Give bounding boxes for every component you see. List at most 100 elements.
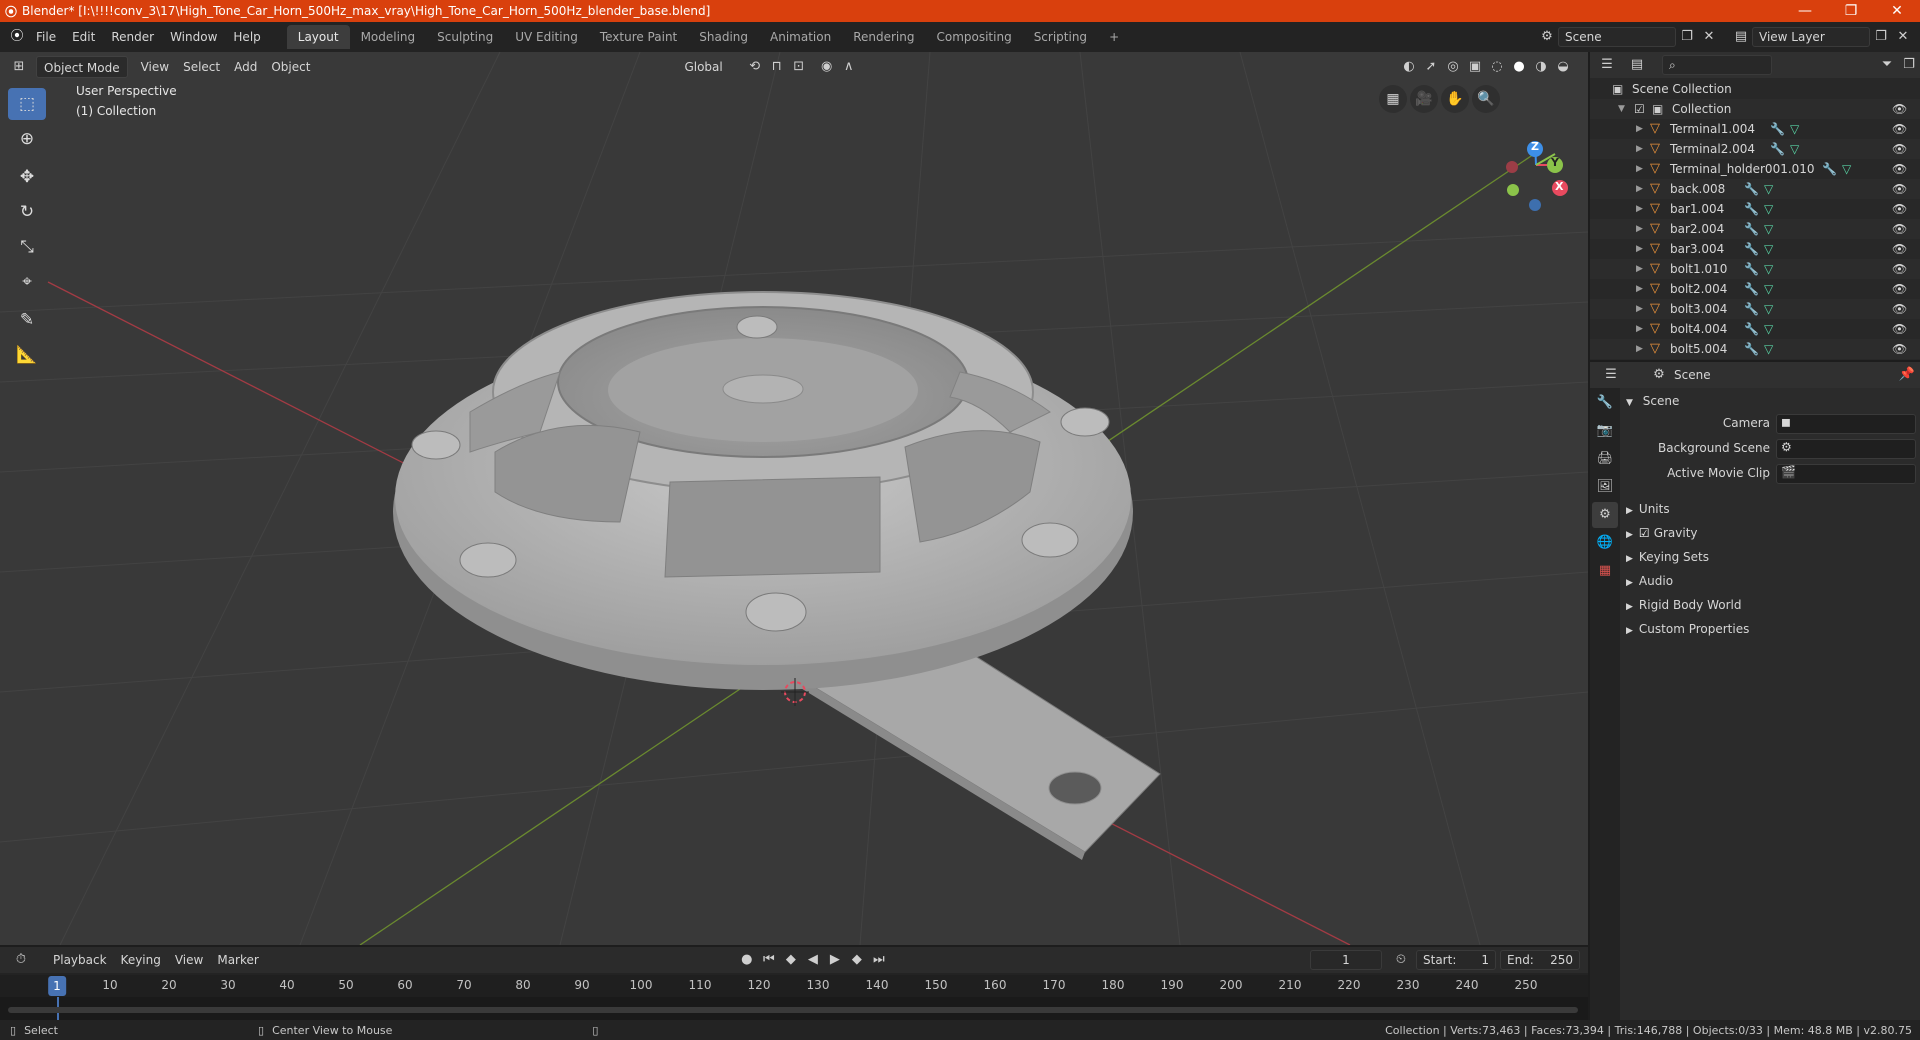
texture-tab-icon[interactable]: ▦ — [1592, 558, 1618, 584]
outliner-item[interactable]: ▶ ▽ back.008 🔧 ▽ 👁 — [1590, 179, 1920, 199]
delete-scene-icon[interactable]: ✕ — [1698, 26, 1720, 48]
active-movie-clip-field[interactable]: 🎬 — [1776, 464, 1916, 484]
menu-file[interactable]: File — [28, 25, 64, 49]
play-icon[interactable]: ▶ — [824, 949, 846, 971]
menu-help[interactable]: Help — [225, 25, 268, 49]
timeline-menu-view[interactable]: View — [168, 949, 210, 971]
menu-edit[interactable]: Edit — [64, 25, 103, 49]
minimize-button[interactable]: — — [1782, 3, 1828, 19]
collection-visibility-eye-icon[interactable]: 👁 — [1892, 99, 1907, 119]
tool-tab-icon[interactable]: 🔧 — [1592, 390, 1618, 416]
rigid-body-world-panel[interactable]: ▶ Rigid Body World — [1626, 594, 1916, 616]
display-mode-icon[interactable]: ▤ — [1626, 54, 1648, 76]
playhead-frame[interactable]: 1 — [48, 976, 66, 996]
collection-checkbox[interactable]: ☑ — [1634, 99, 1645, 119]
transform-orientation[interactable]: Global — [677, 56, 729, 78]
toggle-camera-view-grid-icon[interactable]: ▦ — [1379, 85, 1407, 113]
start-frame-field[interactable]: Start: 1 — [1416, 950, 1496, 970]
material-shading-icon[interactable]: ◑ — [1530, 56, 1552, 78]
3d-viewport[interactable]: X Y Z ⊞ Object Mode View Select Add Obje… — [0, 52, 1588, 945]
visibility-icon[interactable]: ◐ — [1398, 56, 1420, 78]
blender-menu-icon[interactable]: ⦿ — [6, 26, 28, 48]
tab-sculpting[interactable]: Sculpting — [426, 25, 504, 49]
outliner-item[interactable]: ▶ ▽ bar1.004 🔧 ▽ 👁 — [1590, 199, 1920, 219]
visibility-eye-icon[interactable]: 👁 — [1892, 299, 1907, 319]
visibility-eye-icon[interactable]: 👁 — [1892, 339, 1907, 359]
new-collection-icon[interactable]: ❐ — [1898, 54, 1920, 76]
visibility-eye-icon[interactable]: 👁 — [1892, 159, 1907, 179]
visibility-eye-icon[interactable]: 👁 — [1892, 239, 1907, 259]
scene-panel-header[interactable]: ▼ Scene — [1626, 390, 1916, 412]
xray-icon[interactable]: ▣ — [1464, 56, 1486, 78]
tab-compositing[interactable]: Compositing — [925, 25, 1022, 49]
outliner-collection[interactable]: ▼ ☑ ▣ Collection 👁 — [1590, 99, 1920, 119]
tab-uv-editing[interactable]: UV Editing — [504, 25, 589, 49]
world-tab-icon[interactable]: 🌐 — [1592, 530, 1618, 556]
new-scene-icon[interactable]: ❐ — [1676, 26, 1698, 48]
outliner-item[interactable]: ▶ ▽ bar3.004 🔧 ▽ 👁 — [1590, 239, 1920, 259]
outliner-search-input[interactable]: ⌕ — [1662, 55, 1772, 75]
camera-view-icon[interactable]: 🎥 — [1410, 85, 1438, 113]
outliner-item[interactable]: ▶ ▽ Terminal1.004 🔧 ▽ 👁 — [1590, 119, 1920, 139]
snap-icon[interactable]: ⊓ — [766, 56, 788, 78]
annotate-tool-icon[interactable]: ✎ — [8, 304, 46, 336]
custom-properties-panel[interactable]: ▶ Custom Properties — [1626, 618, 1916, 640]
maximize-button[interactable]: ❐ — [1828, 3, 1874, 19]
move-tool-icon[interactable]: ✥ — [8, 161, 46, 193]
outliner-editor-type-icon[interactable]: ☰ — [1596, 54, 1618, 76]
zoom-view-icon[interactable]: 🔍 — [1472, 85, 1500, 113]
jump-start-icon[interactable]: ⏮ — [758, 949, 780, 971]
visibility-eye-icon[interactable]: 👁 — [1892, 199, 1907, 219]
pivot-point-icon[interactable]: ⟲ — [744, 56, 766, 78]
timeline-menu-keying[interactable]: Keying — [114, 949, 168, 971]
scene-tab-icon[interactable]: ⚙ — [1592, 502, 1618, 528]
keying-sets-panel[interactable]: ▶ Keying Sets — [1626, 546, 1916, 568]
visibility-eye-icon[interactable]: 👁 — [1892, 219, 1907, 239]
close-button[interactable]: ✕ — [1874, 3, 1920, 19]
visibility-eye-icon[interactable]: 👁 — [1892, 279, 1907, 299]
pan-view-hand-icon[interactable]: ✋ — [1441, 85, 1469, 113]
delete-view-layer-icon[interactable]: ✕ — [1892, 26, 1914, 48]
current-frame-field[interactable]: 1 — [1310, 950, 1382, 970]
editor-type-icon[interactable]: ⊞ — [8, 56, 30, 78]
viewport-menu-view[interactable]: View — [134, 56, 176, 78]
viewport-scene[interactable] — [0, 52, 1588, 945]
end-frame-field[interactable]: End: 250 — [1500, 950, 1580, 970]
visibility-eye-icon[interactable]: 👁 — [1892, 319, 1907, 339]
timeline-menu-playback[interactable]: Playback — [46, 949, 114, 971]
scene-field[interactable]: Scene — [1558, 27, 1676, 47]
properties-editor-type-icon[interactable]: ☰ — [1600, 364, 1622, 386]
timeline-ruler[interactable]: 1 10 20 30 40 50 60 70 80 90 100 110 120… — [0, 975, 1588, 997]
new-view-layer-icon[interactable]: ❐ — [1870, 26, 1892, 48]
transform-tool-icon[interactable]: ⌖ — [8, 266, 46, 298]
tab-layout[interactable]: Layout — [286, 25, 350, 49]
outliner-item[interactable]: ▶ ▽ bolt3.004 🔧 ▽ 👁 — [1590, 299, 1920, 319]
next-keyframe-icon[interactable]: ◆ — [846, 949, 868, 971]
units-panel[interactable]: ▶ Units — [1626, 498, 1916, 520]
outliner-item[interactable]: ▶ ▽ Terminal_holder001.010 🔧 ▽ 👁 — [1590, 159, 1920, 179]
prev-keyframe-icon[interactable]: ◆ — [780, 949, 802, 971]
gizmo-z-label[interactable]: Z — [1531, 140, 1539, 153]
jump-end-icon[interactable]: ⏭ — [868, 949, 890, 971]
cursor-tool-icon[interactable]: ⊕ — [8, 123, 46, 155]
scene-browse-icon[interactable]: ⚙ — [1536, 26, 1558, 48]
measure-tool-icon[interactable]: 📐 — [8, 339, 46, 371]
wireframe-shading-icon[interactable]: ◌ — [1486, 56, 1508, 78]
camera-field[interactable]: ◼ — [1776, 414, 1916, 434]
background-scene-field[interactable]: ⚙ — [1776, 439, 1916, 459]
gravity-checkbox[interactable]: ☑ — [1639, 526, 1650, 540]
viewport-menu-select[interactable]: Select — [176, 56, 227, 78]
outliner-scene-collection[interactable]: ▣ Scene Collection — [1590, 79, 1920, 99]
gravity-panel[interactable]: ▶ ☑ Gravity — [1626, 522, 1916, 544]
outliner-item[interactable]: ▶ ▽ bolt5.004 🔧 ▽ 👁 — [1590, 339, 1920, 359]
gizmo-toggle-icon[interactable]: ➚ — [1420, 56, 1442, 78]
visibility-eye-icon[interactable]: 👁 — [1892, 179, 1907, 199]
expand-collection-icon[interactable]: ▼ — [1618, 99, 1625, 119]
visibility-eye-icon[interactable]: 👁 — [1892, 259, 1907, 279]
timeline-scrollbar[interactable] — [8, 1007, 1578, 1013]
mode-selector[interactable]: Object Mode — [36, 56, 128, 78]
proportional-edit-icon[interactable]: ◉ — [816, 56, 838, 78]
play-reverse-icon[interactable]: ◀ — [802, 949, 824, 971]
view-layer-browse-icon[interactable]: ▤ — [1730, 26, 1752, 48]
viewport-menu-object[interactable]: Object — [264, 56, 317, 78]
